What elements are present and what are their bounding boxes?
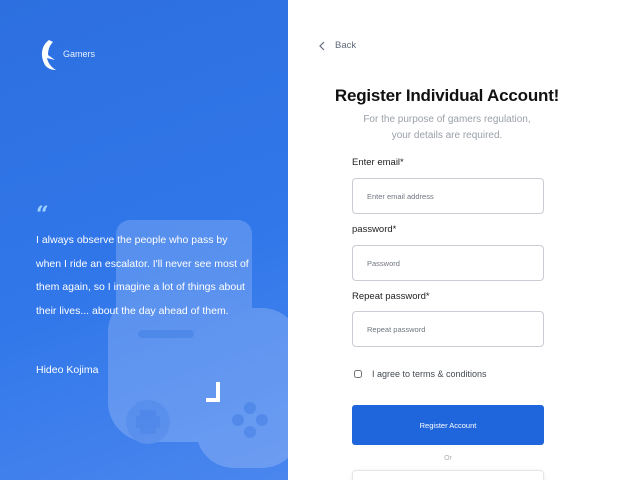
- quote-mark: “: [36, 202, 49, 228]
- brand-name: Gamers: [63, 49, 96, 59]
- alternate-signin-button[interactable]: [352, 470, 544, 480]
- page-title: Register Individual Account!: [334, 86, 560, 105]
- repeat-password-label: Repeat password*: [352, 291, 430, 302]
- terms-row: I agree to terms & conditions: [354, 369, 487, 379]
- register-account-button[interactable]: Register Account: [352, 405, 544, 445]
- password-label: password*: [352, 224, 397, 235]
- terms-label[interactable]: I agree to terms & conditions: [372, 369, 487, 379]
- brand-logo-icon: [41, 40, 56, 70]
- quote-author: Hideo Kojima: [36, 364, 99, 376]
- terms-checkbox[interactable]: [354, 370, 362, 378]
- chevron-left-icon: [319, 41, 325, 50]
- repeat-password-input[interactable]: [352, 311, 544, 347]
- registration-panel: Back Register Individual Account! For th…: [288, 0, 640, 480]
- back-link[interactable]: Back: [318, 40, 356, 51]
- page-subtitle: For the purpose of gamers regulation, yo…: [363, 114, 531, 141]
- corner-bracket-icon: [206, 382, 220, 402]
- email-label: Enter email*: [352, 157, 404, 168]
- password-input[interactable]: [352, 245, 544, 281]
- left-panel: Gamers “ I always observe the people who…: [0, 0, 288, 480]
- email-input[interactable]: [352, 178, 544, 214]
- quote-text: I always observe the people who pass by …: [36, 234, 249, 317]
- back-label: Back: [335, 40, 357, 51]
- or-divider: Or: [444, 455, 452, 462]
- brand[interactable]: Gamers: [38, 38, 95, 72]
